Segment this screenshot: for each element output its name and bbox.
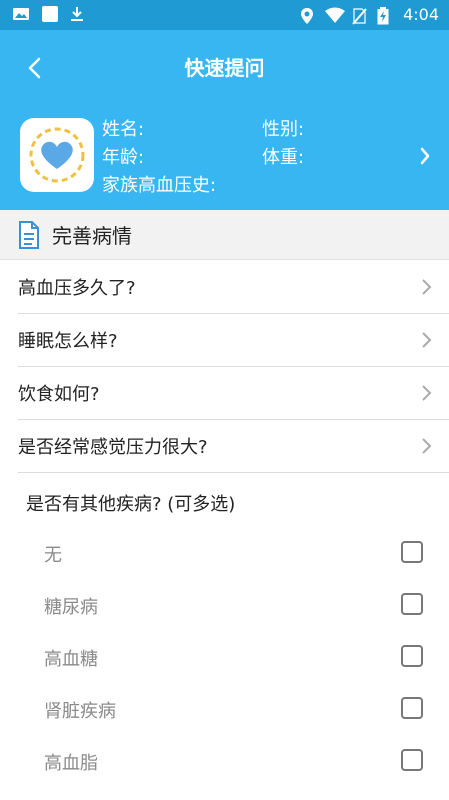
gender-label: 性别: [262,119,305,140]
chevron-right-icon [422,279,432,295]
option-checkbox[interactable] [401,541,423,563]
option-label: 糖尿病 [44,597,98,618]
multi-select-title: 是否有其他疾病? (可多选) [26,494,236,515]
option-row-none[interactable]: 无 [0,528,449,580]
question-label: 高血压多久了? [18,278,136,299]
profile-info-right: 性别: 体重: [262,116,304,172]
option-checkbox[interactable] [401,645,423,667]
option-label: 肾脏疾病 [44,701,116,722]
option-row-kidney-disease[interactable]: 肾脏疾病 [0,684,449,736]
heart-icon [29,127,85,183]
option-row-high-blood-sugar[interactable]: 高血糖 [0,632,449,684]
question-label: 睡眠怎么样? [18,331,118,352]
section-header: 完善病情 [0,210,449,260]
question-row-duration[interactable]: 高血压多久了? [18,261,449,314]
option-checkbox[interactable] [401,749,423,771]
profile-info-left: 姓名: 年龄: 家族高血压史: [102,116,216,200]
family-history-label: 家族高血压史: [102,175,217,196]
chevron-right-icon [422,332,432,348]
age-label: 年龄: [102,147,145,168]
name-label: 姓名: [102,119,145,140]
option-label: 无 [44,545,62,566]
battery-charging-icon [377,6,395,24]
weight-label: 体重: [262,147,305,168]
question-row-diet[interactable]: 饮食如何? [18,367,449,420]
question-label: 是否经常感觉压力很大? [18,437,208,458]
status-bar: 4:04 [0,0,449,30]
chevron-right-icon [422,385,432,401]
profile-edit-button[interactable] [413,142,437,170]
download-icon [68,6,86,22]
option-label: 高血脂 [44,753,98,774]
image-icon [12,6,30,22]
option-checkbox[interactable] [401,697,423,719]
app-logo [20,118,94,192]
option-row-high-blood-lipids[interactable]: 高血脂 [0,736,449,788]
chevron-right-icon [422,438,432,454]
document-icon [19,220,39,249]
question-row-stress[interactable]: 是否经常感觉压力很大? [18,420,449,473]
question-row-sleep[interactable]: 睡眠怎么样? [18,314,449,367]
option-checkbox[interactable] [401,593,423,615]
question-label: 饮食如何? [18,384,100,405]
chevron-right-icon [420,147,430,165]
status-time: 4:04 [403,5,439,24]
page-title: 快速提问 [184,56,265,80]
notification-icon [40,6,58,22]
option-label: 高血糖 [44,649,98,670]
no-sim-icon [351,7,369,25]
location-icon [299,7,317,24]
option-row-diabetes[interactable]: 糖尿病 [0,580,449,632]
wifi-icon [325,7,346,23]
header: 快速提问 姓名: 年龄: 家族高血压史: 性别: 体重: [0,30,449,210]
section-title: 完善病情 [52,224,132,248]
